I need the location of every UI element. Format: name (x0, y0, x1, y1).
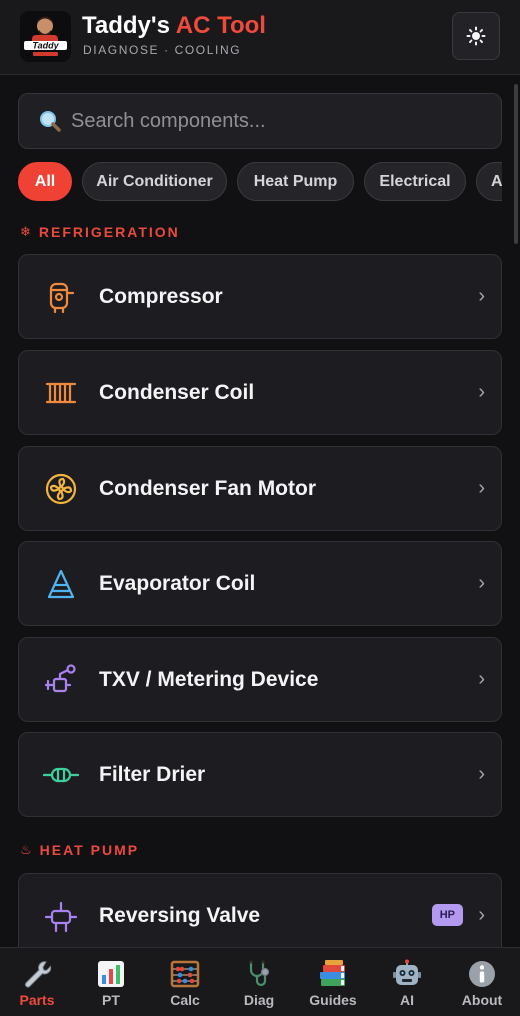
tab-label: PT (102, 992, 120, 1008)
component-label: Evaporator Coil (99, 571, 256, 595)
evaporator-coil-icon (43, 566, 79, 602)
logo-wordmark: Taddy (32, 41, 59, 51)
section-header-refrigeration: ❄ REFRIGERATION (20, 224, 180, 240)
fan-icon (43, 471, 79, 507)
component-card-txv[interactable]: TXV / Metering Device › (18, 637, 502, 722)
component-label: Condenser Coil (99, 380, 255, 404)
tab-label: Calc (170, 992, 200, 1008)
txv-icon (43, 662, 79, 698)
filter-drier-icon (43, 757, 79, 793)
component-label: Filter Drier (99, 762, 206, 786)
filter-chip-air-conditioner[interactable]: Air Conditioner (82, 162, 227, 201)
search-input[interactable]: Search components... (18, 93, 502, 149)
chevron-right-icon: › (478, 285, 485, 307)
component-card-condenser-coil[interactable]: Condenser Coil › (18, 350, 502, 435)
stethoscope-icon (243, 959, 275, 989)
filter-chip-electrical[interactable]: Electrical (364, 162, 466, 201)
tab-calc[interactable]: Calc (148, 948, 222, 1016)
section-header-heat-pump: ♨ HEAT PUMP (20, 842, 139, 858)
component-card-evaporator-coil[interactable]: Evaporator Coil › (18, 541, 502, 626)
theme-toggle-button[interactable] (452, 12, 500, 60)
chevron-right-icon: › (478, 477, 485, 499)
app-title-main: Taddy's (82, 12, 170, 39)
filter-chip-heat-pump[interactable]: Heat Pump (237, 162, 354, 201)
section-label: REFRIGERATION (38, 224, 180, 240)
tab-parts[interactable]: Parts (0, 948, 74, 1016)
section-label: HEAT PUMP (39, 842, 140, 858)
component-label: Reversing Valve (99, 903, 261, 927)
app-subtitle: DIAGNOSE · COOLING (83, 43, 242, 57)
app-header: Taddy Taddy's AC Tool DIAGNOSE · COOLING (0, 0, 520, 75)
filter-chip-all[interactable]: All (18, 162, 72, 201)
chevron-right-icon: › (478, 668, 485, 690)
search-placeholder: Search components... (71, 109, 266, 132)
component-label: TXV / Metering Device (99, 667, 319, 691)
component-card-condenser-fan-motor[interactable]: Condenser Fan Motor › (18, 446, 502, 531)
component-label: Condenser Fan Motor (99, 476, 317, 500)
tab-label: About (461, 992, 503, 1008)
condenser-coil-icon (43, 375, 79, 411)
component-label: Compressor (99, 284, 223, 308)
reversing-valve-icon (43, 900, 79, 936)
chevron-right-icon: › (478, 763, 485, 785)
app-logo: Taddy (20, 11, 71, 62)
tab-label: Guides (309, 992, 357, 1008)
abacus-icon (169, 959, 201, 989)
tab-label: AI (400, 992, 414, 1008)
chart-icon (95, 959, 127, 989)
wrench-icon (21, 959, 53, 989)
component-card-reversing-valve[interactable]: Reversing Valve HP › (18, 873, 502, 958)
tab-diag[interactable]: Diag (222, 948, 296, 1016)
filter-chips: All Air Conditioner Heat Pump Electrical… (18, 162, 502, 202)
chevron-right-icon: › (478, 904, 485, 926)
tab-pt[interactable]: PT (74, 948, 148, 1016)
tab-label: Diag (243, 992, 275, 1008)
snowflake-icon: ❄ (20, 224, 33, 239)
tab-label: Parts (19, 992, 55, 1008)
filter-chip-partial[interactable]: A (476, 162, 502, 201)
scrollbar-thumb[interactable] (514, 84, 518, 244)
component-card-filter-drier[interactable]: Filter Drier › (18, 732, 502, 817)
heat-pump-badge: HP (431, 904, 463, 926)
compressor-icon (43, 279, 79, 315)
app-title-accent: AC Tool (175, 12, 266, 39)
robot-icon (391, 959, 423, 989)
sun-icon (466, 26, 486, 46)
chevron-right-icon: › (478, 381, 485, 403)
search-icon (37, 108, 63, 134)
tab-about[interactable]: About (445, 948, 519, 1016)
app-title: Taddy's AC Tool (82, 12, 266, 40)
bottom-tab-bar: Parts PT Calc Diag Guides AI About (0, 947, 520, 1016)
tab-ai[interactable]: AI (370, 948, 444, 1016)
chevron-right-icon: › (478, 572, 485, 594)
books-icon (317, 959, 349, 989)
tab-guides[interactable]: Guides (296, 948, 370, 1016)
component-card-compressor[interactable]: Compressor › (18, 254, 502, 339)
hot-springs-icon: ♨ (20, 842, 34, 857)
info-icon (466, 959, 498, 989)
